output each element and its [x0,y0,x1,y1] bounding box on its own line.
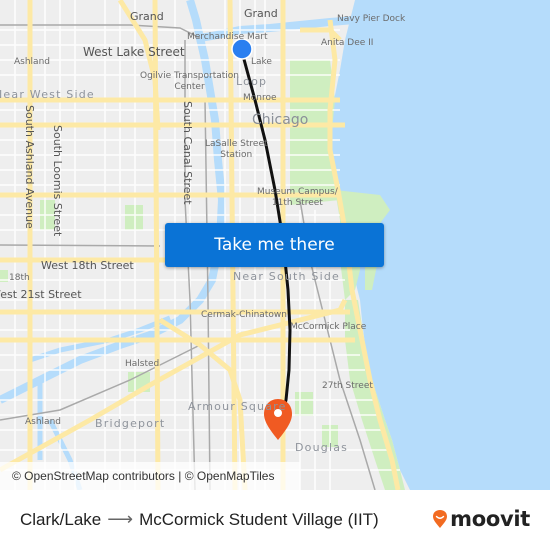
label-museum-campus: Museum Campus/ 11th Street [257,187,338,208]
label-south-loomis-street: South Loomis Street [51,125,64,237]
moovit-wordmark: moovit [450,507,530,531]
label-mccormick-place: McCormick Place [290,322,367,332]
label-south-ashland-avenue: South Ashland Avenue [23,105,36,229]
label-merchandise-mart: Merchandise Mart [187,32,268,42]
route-origin: Clark/Lake [20,509,102,529]
attribution-text[interactable]: © OpenStreetMap contributors | © OpenMap… [12,469,274,483]
label-armour-square: Armour Square [188,400,287,413]
origin-marker [231,38,253,60]
route-destination: McCormick Student Village (IIT) [139,509,379,529]
label-west-21st-street: West 21st Street [0,288,82,301]
label-18th: 18th [9,273,30,283]
label-27th-street: 27th Street [322,381,373,391]
label-anita-dee: Anita Dee II [321,38,374,48]
label-cermak-chinatown: Cermak-Chinatown [201,310,287,320]
arrow-right-icon: ⟶ [107,509,134,529]
label-chicago: Chicago [252,112,309,128]
take-me-there-button[interactable]: Take me there [165,223,384,267]
label-ogilvie: Ogilvie Transportation Center [140,71,240,92]
route-title: Clark/Lake ⟶ McCormick Student Village (… [20,509,379,530]
label-near-west-side: Near West Side [0,88,95,101]
moovit-logo[interactable]: moovit [432,507,530,531]
label-lasalle-station: LaSalle Street Station [205,139,268,160]
label-bridgeport: Bridgeport [95,417,166,430]
moovit-pin-icon [433,510,448,528]
label-loop: Loop [236,75,268,88]
label-ashland-south: Ashland [25,417,61,427]
label-halsted: Halsted [125,359,160,369]
label-south-canal-street: South Canal Street [181,101,194,205]
label-west-18th-street: West 18th Street [41,259,134,272]
label-navy-pier-dock: Navy Pier Dock [337,14,406,24]
label-ashland-north: Ashland [14,57,50,67]
label-grand-east: Grand [244,7,278,20]
label-monroe: Monroe [243,93,277,103]
label-west-lake-street: West Lake Street [83,45,185,59]
label-lake: Lake [251,57,272,67]
park-2 [125,205,143,230]
park-4 [295,392,313,416]
route-footer: Clark/Lake ⟶ McCormick Student Village (… [0,490,550,550]
map-view[interactable]: Grand Grand Navy Pier Dock Anita Dee II … [0,0,550,490]
label-near-south-side: Near South Side [233,270,341,283]
label-douglas: Douglas [295,441,349,454]
map-attribution[interactable]: © OpenStreetMap contributors | © OpenMap… [0,462,300,490]
label-grand-west: Grand [130,10,164,23]
